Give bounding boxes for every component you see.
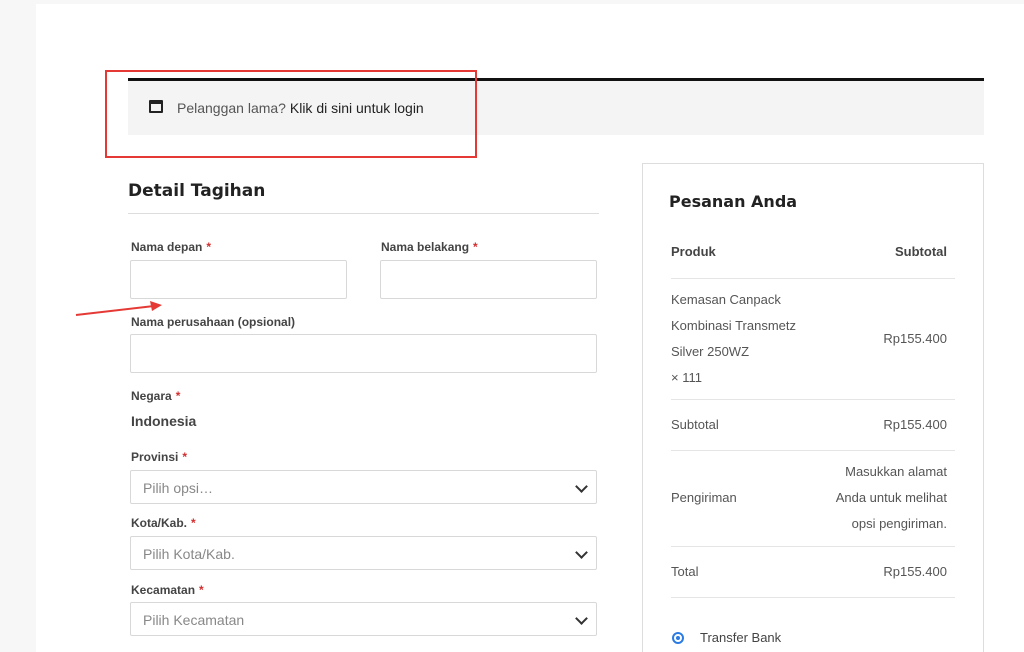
district-placeholder: Pilih Kecamatan [143,612,245,628]
chevron-down-icon [575,480,588,493]
country-label: Negara * [131,389,181,403]
company-label: Nama perusahaan (opsional) [131,315,296,329]
item-quantity: × 111 [671,370,702,385]
billing-title-divider [128,213,599,214]
order-item-row: Kemasan Canpack Kombinasi Transmetz Silv… [671,279,955,400]
city-label: Kota/Kab. * [131,516,196,530]
product-column-header: Produk [671,244,716,259]
subtotal-column-header: Subtotal [895,244,947,259]
last-name-input[interactable] [380,260,597,299]
shipping-note: Masukkan alamat Anda untuk melihat opsi … [835,464,947,531]
shipping-row: Pengiriman Masukkan alamat Anda untuk me… [671,451,955,547]
shipping-label: Pengiriman [671,490,737,505]
last-name-label: Nama belakang * [381,240,478,254]
total-label: Total [671,564,699,579]
chevron-down-icon [575,546,588,559]
country-value: Indonesia [131,413,197,429]
highlight-box [105,70,477,158]
subtotal-label: Subtotal [671,417,719,432]
chevron-down-icon [575,612,588,625]
subtotal-value: Rp155.400 [883,417,947,432]
company-input[interactable] [130,334,597,373]
order-summary: Pesanan Anda Produk Subtotal Kemasan Can… [642,163,984,652]
subtotal-row: Subtotal Rp155.400 [671,400,955,451]
required-mark: * [175,389,181,403]
order-header-row: Produk Subtotal [671,226,955,279]
required-mark: * [191,516,196,530]
bank-transfer-label[interactable]: Transfer Bank [700,630,781,645]
item-name: Kemasan Canpack Kombinasi Transmetz Silv… [671,287,796,391]
billing-title: Detail Tagihan [128,181,266,201]
order-title: Pesanan Anda [669,192,798,211]
item-price: Rp155.400 [883,331,947,346]
total-value: Rp155.400 [883,564,947,579]
province-select[interactable]: Pilih opsi… [130,470,597,504]
required-mark: * [182,450,188,464]
required-mark: * [199,583,204,597]
district-select[interactable]: Pilih Kecamatan [130,602,597,636]
first-name-label: Nama depan * [131,240,212,254]
district-label: Kecamatan * [131,583,204,597]
required-mark: * [473,240,478,254]
required-mark: * [206,240,212,254]
city-placeholder: Pilih Kota/Kab. [143,546,235,562]
first-name-input[interactable] [130,260,347,299]
total-row: Total Rp155.400 [671,547,955,598]
bank-transfer-radio[interactable] [672,632,684,644]
city-select[interactable]: Pilih Kota/Kab. [130,536,597,570]
province-label: Provinsi * [131,450,188,464]
province-placeholder: Pilih opsi… [143,480,214,496]
